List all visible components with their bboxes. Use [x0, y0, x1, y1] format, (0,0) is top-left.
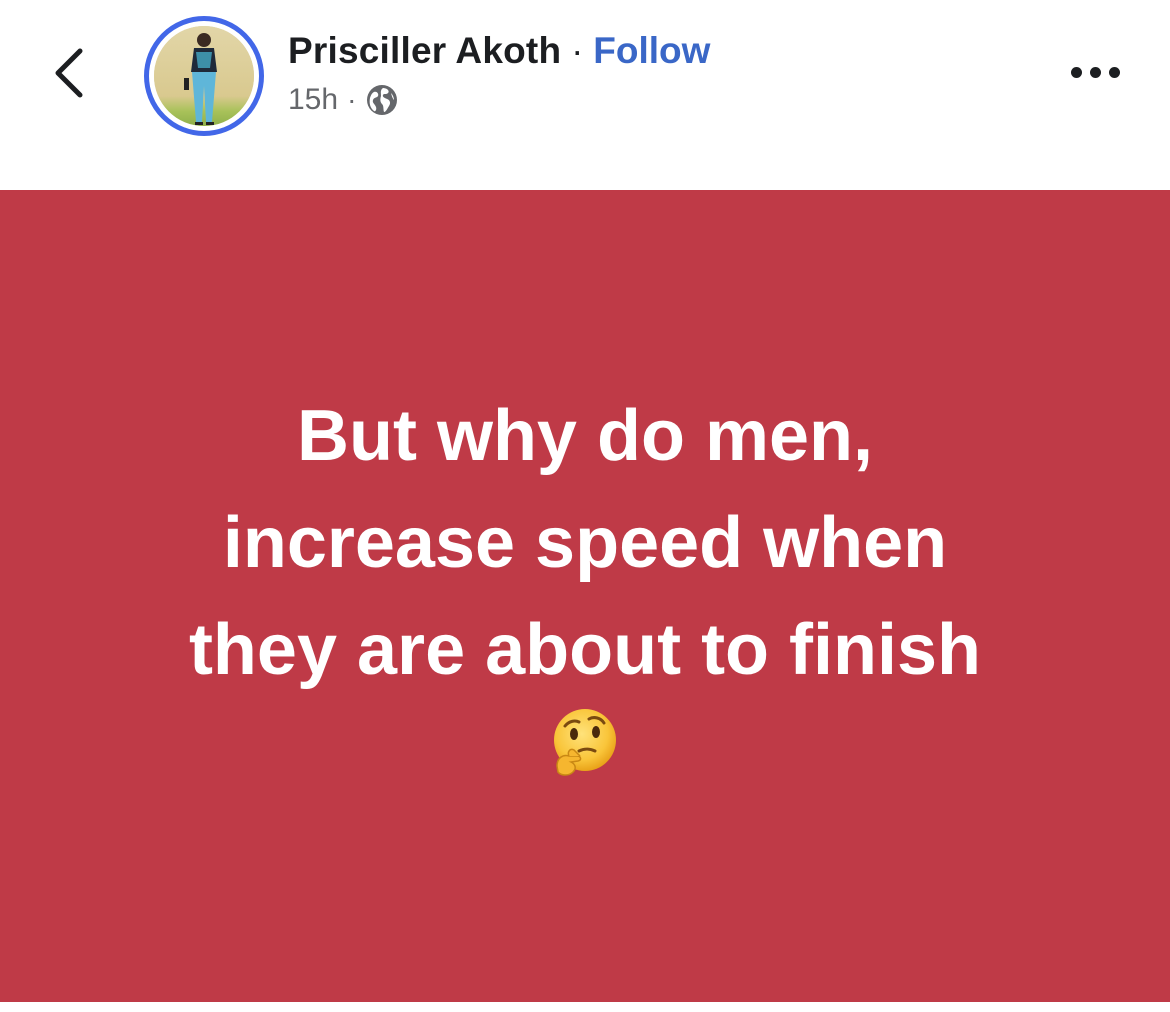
post-text-line: they are about to finish: [188, 609, 982, 690]
more-horizontal-icon: [1070, 66, 1082, 78]
author-row: Prisciller Akoth · Follow: [288, 26, 710, 76]
timestamp[interactable]: 15h: [288, 83, 338, 117]
globe-icon: [365, 83, 399, 117]
more-dot: [1089, 66, 1101, 78]
post-text-line: But why do men,: [296, 395, 873, 476]
chevron-left-icon: [55, 48, 83, 98]
avatar[interactable]: [144, 16, 264, 136]
post-meta: 15h ·: [288, 80, 399, 120]
more-dot: [1108, 66, 1120, 78]
meta-separator: ·: [347, 84, 357, 115]
author-name[interactable]: Prisciller Akoth: [288, 30, 561, 72]
post-text: But why do men, increase speed when they…: [189, 383, 981, 704]
post-header: Prisciller Akoth · Follow 15h ·: [0, 0, 1170, 190]
bottom-divider: [0, 1002, 1170, 1012]
post-text-line: increase speed when: [222, 502, 948, 583]
text-post-card[interactable]: But why do men, increase speed when they…: [0, 190, 1170, 1002]
avatar-image: [154, 26, 254, 126]
thinking-face-emoji: [547, 706, 623, 782]
back-button[interactable]: [40, 38, 100, 108]
follow-button[interactable]: Follow: [593, 30, 710, 72]
more-options-button[interactable]: [1060, 52, 1130, 92]
name-separator: ·: [571, 30, 584, 71]
